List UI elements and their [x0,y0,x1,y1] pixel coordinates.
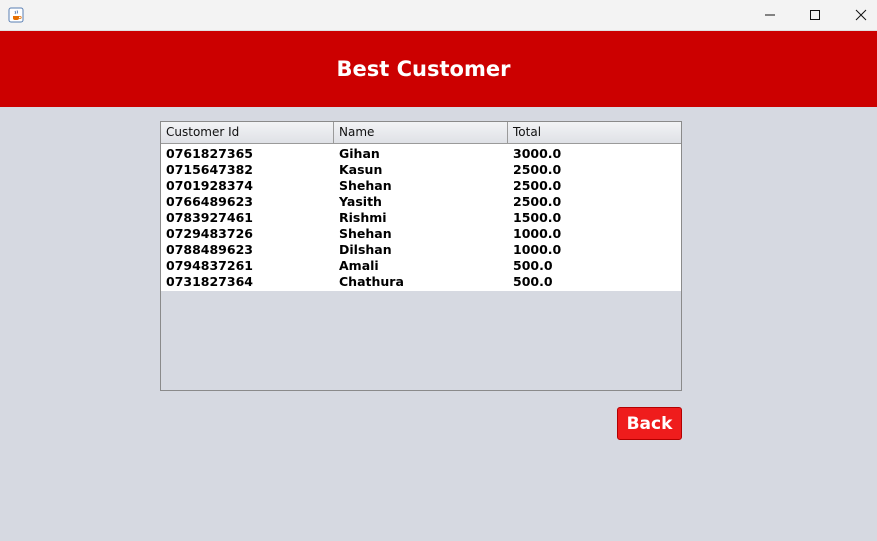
cell-name: Amali [339,258,379,273]
maximize-button[interactable] [792,0,838,30]
cell-name: Kasun [339,162,383,177]
table-row[interactable]: 0761827365 Gihan 3000.0 [161,146,681,162]
cell-customer-id: 0701928374 [166,178,253,193]
table-row[interactable]: 0783927461 Rishmi 1500.0 [161,210,681,226]
table-row[interactable]: 0731827364 Chathura 500.0 [161,274,681,290]
title-bar [0,0,877,31]
cell-total: 2500.0 [513,194,562,209]
cell-name: Gihan [339,146,380,161]
table-header: Customer Id Name Total [161,122,681,144]
cell-name: Shehan [339,178,392,193]
table-row[interactable]: 0794837261 Amali 500.0 [161,258,681,274]
cell-name: Yasith [339,194,382,209]
table-row[interactable]: 0766489623 Yasith 2500.0 [161,194,681,210]
table-row[interactable]: 0729483726 Shehan 1000.0 [161,226,681,242]
cell-total: 2500.0 [513,178,562,193]
close-icon [855,6,867,25]
table-body: 0761827365 Gihan 3000.0 0715647382 Kasun… [161,144,681,291]
cell-customer-id: 0783927461 [166,210,253,225]
cell-total: 1000.0 [513,226,562,241]
cell-name: Dilshan [339,242,392,257]
table-row[interactable]: 0788489623 Dilshan 1000.0 [161,242,681,258]
best-customer-window: Best Customer Customer Id Name Total 076… [0,0,877,541]
page-title: Best Customer [336,57,511,81]
close-button[interactable] [838,0,877,30]
java-cup-icon [8,7,24,23]
table-row[interactable]: 0701928374 Shehan 2500.0 [161,178,681,194]
cell-customer-id: 0729483726 [166,226,253,241]
back-button[interactable]: Back [617,407,682,440]
column-header-customer-id[interactable]: Customer Id [161,122,334,143]
cell-customer-id: 0766489623 [166,194,253,209]
table-row[interactable]: 0715647382 Kasun 2500.0 [161,162,681,178]
cell-name: Rishmi [339,210,387,225]
cell-customer-id: 0794837261 [166,258,253,273]
cell-total: 1500.0 [513,210,562,225]
column-header-name[interactable]: Name [334,122,508,143]
cell-total: 3000.0 [513,146,562,161]
cell-name: Chathura [339,274,404,289]
column-header-total[interactable]: Total [508,122,681,143]
cell-total: 500.0 [513,274,553,289]
maximize-icon [809,6,821,25]
cell-name: Shehan [339,226,392,241]
cell-total: 2500.0 [513,162,562,177]
minimize-icon [764,6,776,25]
header-banner: Best Customer [0,31,877,107]
cell-total: 500.0 [513,258,553,273]
customer-table[interactable]: Customer Id Name Total 0761827365 Gihan … [160,121,682,391]
cell-customer-id: 0715647382 [166,162,253,177]
cell-customer-id: 0761827365 [166,146,253,161]
cell-customer-id: 0788489623 [166,242,253,257]
cell-customer-id: 0731827364 [166,274,253,289]
cell-total: 1000.0 [513,242,562,257]
minimize-button[interactable] [747,0,793,30]
